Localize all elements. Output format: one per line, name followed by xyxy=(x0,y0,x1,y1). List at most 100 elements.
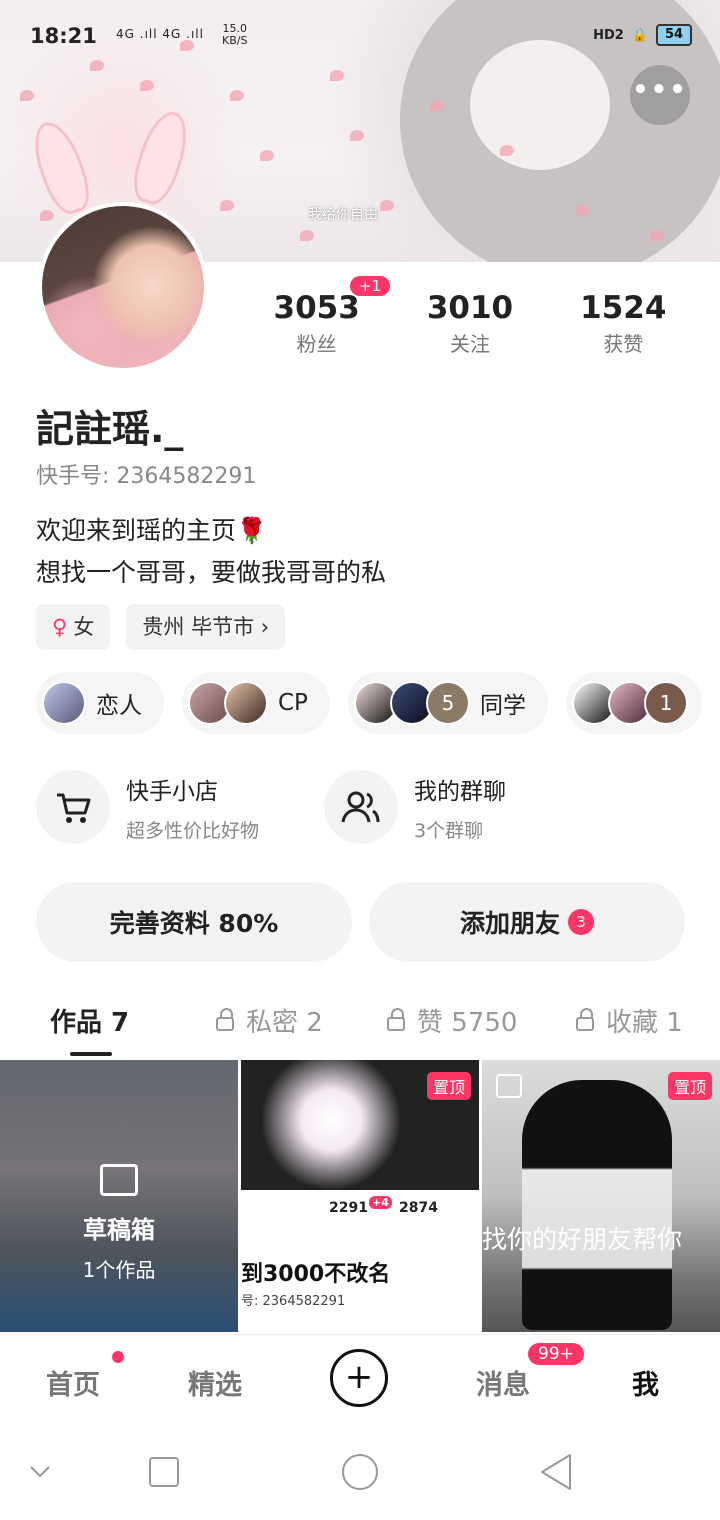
back-triangle-icon[interactable] xyxy=(538,1452,574,1492)
likes-count: 1524 xyxy=(580,290,667,326)
female-icon: ♀ xyxy=(52,615,68,639)
relation-lover[interactable]: 恋人 xyxy=(36,672,164,734)
profile-tags: ♀ 女 贵州 毕节市 › xyxy=(36,604,286,650)
relation-other[interactable]: 1 xyxy=(565,672,702,734)
nav-messages[interactable]: 消息 xyxy=(476,1363,530,1402)
group-title: 我的群聊 xyxy=(414,778,506,805)
work-thumb-stat: 2291 xyxy=(329,1200,368,1216)
relation-count: 1 xyxy=(643,681,688,725)
home-circle-icon[interactable] xyxy=(340,1452,380,1492)
likes-stat[interactable]: 1524 获赞 xyxy=(547,290,700,357)
group-subtitle: 3个群聊 xyxy=(414,819,484,842)
add-friend-label: 添加朋友 xyxy=(459,909,560,938)
network-speed: 15.0 KB/S xyxy=(222,22,248,47)
bio-line-2: 想找一个哥哥，要做我哥哥的私 xyxy=(36,558,387,587)
shop-entry[interactable]: 快手小店超多性价比好物 xyxy=(36,770,259,844)
followers-new-badge: +1 xyxy=(350,276,391,296)
bottom-navigation: 首页 精选 + 消息 99+ 我 xyxy=(0,1334,720,1426)
work-thumbnail xyxy=(522,1080,672,1330)
draft-box-title: 草稿箱 xyxy=(83,1216,155,1244)
lock-icon xyxy=(216,1008,234,1031)
likes-label: 获赞 xyxy=(603,332,644,356)
draft-box-count: 1个作品 xyxy=(82,1258,156,1282)
status-bar: 18:21 4G .ıll 4G .ıll 15.0 KB/S HD2 🔒 54 xyxy=(30,22,692,54)
tab-private-label: 私密 2 xyxy=(246,1008,323,1038)
location-chip[interactable]: 贵州 毕节市 › xyxy=(126,604,286,650)
battery-icon: 54 xyxy=(656,24,692,46)
relation-label: 恋人 xyxy=(96,693,142,719)
followers-label: 粉丝 xyxy=(296,332,337,356)
work-thumb-stat: 2874 xyxy=(399,1200,438,1216)
add-friend-badge: 3 xyxy=(568,909,594,935)
relation-avatar xyxy=(224,681,268,725)
nav-featured[interactable]: 精选 xyxy=(188,1363,242,1402)
tab-liked[interactable]: 赞 5750 xyxy=(387,1002,517,1039)
relation-avatar xyxy=(42,681,86,725)
recents-square-icon[interactable] xyxy=(148,1456,180,1488)
shop-title: 快手小店 xyxy=(126,778,218,805)
kuaishou-id[interactable]: 快手号: 2364582291 xyxy=(36,458,256,490)
relation-classmate[interactable]: 5 同学 xyxy=(347,672,548,734)
tab-private[interactable]: 私密 2 xyxy=(216,1002,323,1039)
tab-works-label: 作品 7 xyxy=(50,1008,130,1038)
gallery-icon xyxy=(496,1074,522,1098)
draft-box-item[interactable]: 草稿箱 1个作品 xyxy=(0,1060,238,1332)
works-grid: 草稿箱 1个作品 置顶 2291 +4 2874 到3000不改名 号: 236… xyxy=(0,1060,720,1332)
more-options-button[interactable]: ••• xyxy=(630,65,690,125)
complete-profile-label: 完善资料 80% xyxy=(109,909,279,938)
relation-count: 5 xyxy=(425,681,470,725)
complete-profile-button[interactable]: 完善资料 80% xyxy=(36,882,352,962)
gender-chip: ♀ 女 xyxy=(36,604,111,650)
bio-line-1: 欢迎来到瑶的主页🌹 xyxy=(36,516,268,545)
pinned-badge: 置顶 xyxy=(426,1072,471,1100)
lock-rotation-icon: 🔒 xyxy=(631,27,648,43)
content-tabs: 作品 7 私密 2 赞 5750 收藏 1 xyxy=(0,1002,720,1052)
active-tab-indicator xyxy=(70,1052,112,1056)
cart-icon xyxy=(36,770,110,844)
tab-favorites-label: 收藏 1 xyxy=(606,1008,683,1038)
nav-me[interactable]: 我 xyxy=(632,1363,659,1402)
profile-page: 我给你自由 18:21 4G .ıll 4G .ıll 15.0 KB/S HD2… xyxy=(0,0,720,1520)
signal-icon: 4G .ıll 4G .ıll xyxy=(116,27,204,41)
following-count: 3010 xyxy=(426,290,514,326)
system-navigation-bar xyxy=(0,1428,720,1520)
lock-icon xyxy=(387,1008,405,1031)
work-thumb-badge: +4 xyxy=(369,1196,392,1209)
add-friend-button[interactable]: 添加朋友 3 xyxy=(369,882,685,962)
relationship-row: 恋人 CP 5 同学 1 xyxy=(36,672,702,734)
profile-name: 記註瑶._ xyxy=(36,407,184,451)
gender-label: 女 xyxy=(73,615,95,639)
status-time: 18:21 xyxy=(30,24,97,48)
group-chat-entry[interactable]: 我的群聊 3个群聊 xyxy=(324,770,506,844)
home-unread-dot xyxy=(112,1351,124,1363)
tab-works[interactable]: 作品 7 xyxy=(50,1002,129,1039)
profile-bio: 欢迎来到瑶的主页🌹 想找一个哥哥，要做我哥哥的私 xyxy=(36,510,696,594)
lock-icon xyxy=(576,1008,594,1031)
work-thumb-subtext: 号: 2364582291 xyxy=(241,1294,346,1309)
group-icon xyxy=(324,770,398,844)
followers-stat[interactable]: 3053 粉丝 +1 xyxy=(240,276,393,357)
profile-stats: 3053 粉丝 +1 3010 关注 1524 获赞 xyxy=(240,276,700,357)
avatar[interactable] xyxy=(38,202,208,372)
messages-badge: 99+ xyxy=(528,1343,584,1365)
work-item[interactable]: 置顶 找你的好朋友帮你 xyxy=(482,1060,720,1332)
tab-liked-label: 赞 5750 xyxy=(417,1008,518,1038)
relation-label: 同学 xyxy=(479,693,526,719)
tab-favorites[interactable]: 收藏 1 xyxy=(576,1002,683,1039)
nav-home[interactable]: 首页 xyxy=(46,1363,100,1402)
relation-cp[interactable]: CP xyxy=(182,672,330,734)
shop-subtitle: 超多性价比好物 xyxy=(126,819,260,842)
following-label: 关注 xyxy=(449,332,490,356)
status-right: HD2 🔒 54 xyxy=(593,24,692,46)
following-stat[interactable]: 3010 关注 xyxy=(393,290,546,357)
work-item[interactable]: 置顶 2291 +4 2874 到3000不改名 号: 2364582291 xyxy=(241,1060,479,1332)
create-post-button[interactable]: + xyxy=(330,1349,388,1407)
banner-sign-text: 我给你自由 xyxy=(308,207,378,223)
relation-label: CP xyxy=(278,690,308,716)
work-thumb-caption: 找你的好朋友帮你 xyxy=(482,1225,683,1254)
pinned-badge: 置顶 xyxy=(667,1072,712,1100)
work-thumb-text: 到3000不改名 xyxy=(241,1262,391,1287)
hd-icon: HD2 xyxy=(593,27,624,43)
folder-icon xyxy=(100,1164,138,1196)
collapse-chevron-icon[interactable] xyxy=(28,1464,52,1480)
